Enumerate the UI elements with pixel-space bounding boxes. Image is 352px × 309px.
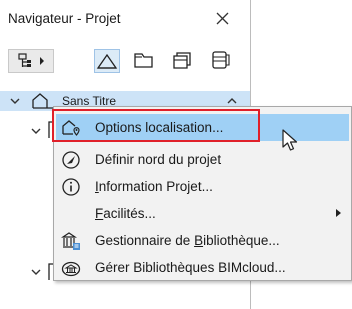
publisher-sets-button[interactable] [170, 49, 196, 73]
chevron-down-icon[interactable] [9, 95, 21, 107]
view-map-button[interactable] [94, 49, 120, 73]
menu-item-label: Options localisation... [95, 120, 224, 135]
menu-item-set-project-north[interactable]: Définir nord du projet [56, 146, 349, 173]
menu-item-project-info[interactable]: Information Projet... [56, 173, 349, 200]
menu-item-library-manager[interactable]: Gestionnaire de Bibliothèque... [56, 227, 349, 254]
context-menu: Options localisation... Définir nord du … [53, 106, 352, 281]
compass-icon [62, 151, 80, 169]
library-manager-icon [61, 232, 80, 250]
menu-item-label: Définir nord du projet [95, 152, 222, 167]
organizer-icon [212, 51, 230, 69]
layout-book-button[interactable] [132, 49, 158, 73]
menu-item-bimcloud-libraries[interactable]: Gérer Bibliothèques BIMcloud... [56, 254, 349, 281]
chevron-down-icon[interactable] [30, 125, 42, 137]
organizer-button[interactable] [208, 49, 234, 73]
menu-item-label: Gestionnaire de Bibliothèque... [95, 233, 280, 248]
menu-item-location-options[interactable]: Options localisation... [56, 114, 349, 141]
layout-book-icon [134, 53, 153, 68]
menu-item-facilities[interactable]: Facilités... [56, 200, 349, 227]
panel-title: Navigateur - Projet [8, 11, 121, 26]
bimcloud-library-icon [61, 261, 81, 277]
menu-item-label: Information Projet... [95, 179, 213, 194]
publisher-sets-icon [173, 52, 191, 69]
menu-item-label: Facilités... [95, 206, 156, 221]
panel-titlebar[interactable]: Navigateur - Projet [0, 0, 250, 38]
navigator-toolbar [0, 40, 250, 80]
view-map-icon [96, 53, 118, 69]
screen: Navigateur - Projet Sans Titre Options l… [0, 0, 352, 309]
project-map-icon [18, 53, 44, 67]
location-options-icon [62, 120, 80, 136]
project-map-button[interactable] [8, 49, 54, 73]
chevron-down-icon[interactable] [30, 266, 42, 278]
info-icon [62, 178, 80, 196]
menu-item-label: Gérer Bibliothèques BIMcloud... [95, 260, 286, 275]
close-icon [216, 12, 229, 25]
submenu-arrow-icon [336, 209, 341, 217]
close-button[interactable] [212, 8, 234, 30]
